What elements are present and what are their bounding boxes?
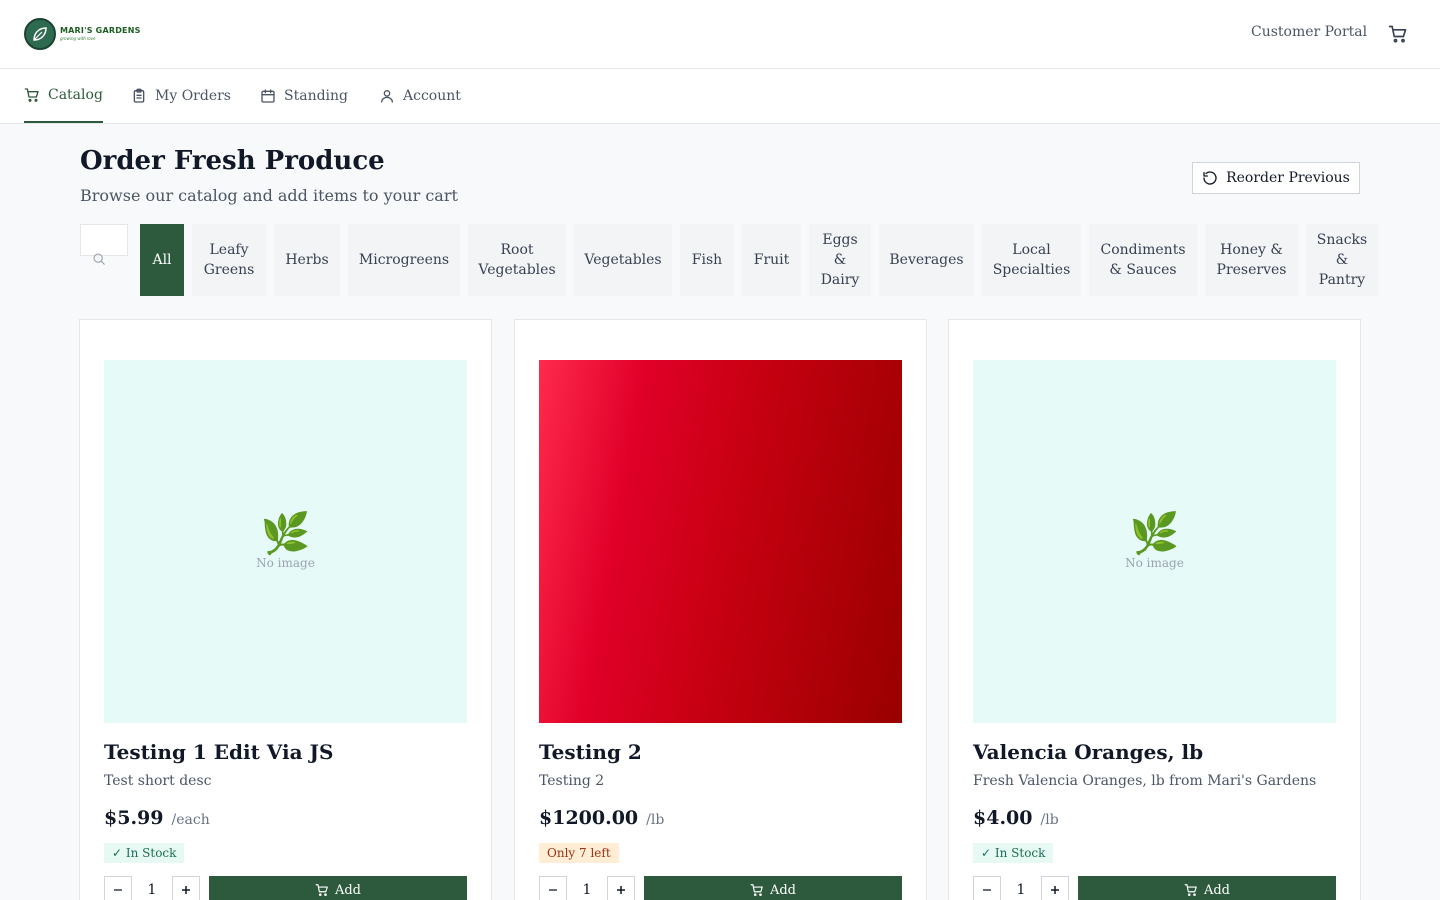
category-chip-herbs[interactable]: Herbs (274, 224, 340, 296)
stock-badge: ✓ In Stock (104, 843, 185, 863)
no-image-label: No image (1125, 555, 1184, 570)
cart-icon (1388, 25, 1407, 43)
category-chip-root-vegetables[interactable]: Root Vegetables (468, 224, 566, 296)
tab-account[interactable]: Account (379, 69, 461, 123)
refresh-icon (1203, 171, 1217, 185)
cart-icon (315, 884, 328, 897)
product-card: Testing 2 Testing 2 $1200.00 /lb Only 7 … (514, 319, 927, 900)
main-nav: Catalog My Orders Standing Account (0, 69, 1440, 124)
plus-icon (617, 886, 625, 894)
category-chip-snacks-pantry[interactable]: Snacks & Pantry (1306, 224, 1378, 296)
product-name[interactable]: Valencia Oranges, lb (973, 740, 1203, 764)
user-icon (381, 90, 393, 103)
price-value: $5.99 (104, 807, 164, 829)
tab-standing-label: Standing (284, 88, 348, 104)
brand-tagline: growing with love (60, 36, 96, 41)
quantity-decrement-button[interactable] (104, 876, 132, 900)
stock-badge: Only 7 left (539, 843, 619, 863)
quantity-decrement-button[interactable] (973, 876, 1001, 900)
brand-name: MARI'S GARDENS (60, 26, 141, 35)
product-price: $4.00 /lb (973, 807, 1059, 829)
tab-catalog-label: Catalog (48, 87, 103, 103)
quantity-value[interactable]: 1 (132, 876, 172, 900)
add-to-cart-button[interactable]: Add (1078, 876, 1336, 900)
product-description: Fresh Valencia Oranges, lb from Mari's G… (973, 773, 1317, 789)
add-to-cart-button[interactable]: Add (209, 876, 467, 900)
product-price: $1200.00 /lb (539, 807, 664, 829)
product-name[interactable]: Testing 1 Edit Via JS (104, 740, 333, 764)
tab-catalog[interactable]: Catalog (24, 69, 103, 123)
cart-button[interactable] (1386, 22, 1410, 46)
price-unit: /lb (646, 812, 665, 828)
product-image (539, 360, 902, 723)
add-label: Add (769, 882, 797, 898)
category-chip-eggs-dairy[interactable]: Eggs & Dairy (809, 224, 871, 296)
cart-icon (1184, 884, 1197, 897)
logo-leaf-icon (24, 18, 56, 50)
category-chip-honey-preserves[interactable]: Honey & Preserves (1205, 224, 1298, 296)
no-image-label: No image (256, 555, 315, 570)
category-chip-microgreens[interactable]: Microgreens (348, 224, 460, 296)
quantity-value[interactable]: 1 (567, 876, 607, 900)
leaf-icon: 🌿 (260, 510, 311, 557)
price-value: $1200.00 (539, 807, 639, 829)
quantity-increment-button[interactable] (607, 876, 635, 900)
stock-badge: ✓ In Stock (973, 843, 1054, 863)
product-image-placeholder: 🌿 No image (104, 360, 467, 723)
plus-icon (1051, 886, 1059, 894)
quantity-decrement-button[interactable] (539, 876, 567, 900)
tab-account-label: Account (403, 88, 461, 104)
category-chip-all[interactable]: All (140, 224, 184, 296)
search-icon (93, 253, 105, 265)
add-label: Add (334, 882, 362, 898)
category-chip-condiments-sauces[interactable]: Condiments & Sauces (1089, 224, 1197, 296)
page-title: Order Fresh Produce (80, 146, 385, 176)
tab-my-orders-label: My Orders (155, 88, 231, 104)
quantity-increment-button[interactable] (1041, 876, 1069, 900)
cart-icon (750, 884, 763, 897)
cart-icon (24, 88, 39, 102)
clipboard-icon (133, 88, 145, 103)
product-image-placeholder: 🌿 No image (973, 360, 1336, 723)
reorder-previous-button[interactable]: Reorder Previous (1192, 162, 1360, 194)
brand-logo[interactable]: MARI'S GARDENS growing with love (24, 18, 141, 50)
quantity-increment-button[interactable] (172, 876, 200, 900)
category-chip-local-specialties[interactable]: Local Specialties (982, 224, 1081, 296)
price-unit: /lb (1040, 812, 1059, 828)
leaf-icon: 🌿 (1129, 510, 1180, 557)
category-chip-fish[interactable]: Fish (680, 224, 734, 296)
minus-icon (983, 889, 991, 891)
category-chip-leafy-greens[interactable]: Leafy Greens (192, 224, 266, 296)
price-unit: /each (171, 812, 210, 828)
add-to-cart-button[interactable]: Add (644, 876, 902, 900)
add-label: Add (1203, 882, 1231, 898)
price-value: $4.00 (973, 807, 1033, 829)
product-card: 🌿 No image Testing 1 Edit Via JS Test sh… (79, 319, 492, 900)
category-chip-vegetables[interactable]: Vegetables (574, 224, 672, 296)
product-price: $5.99 /each (104, 807, 210, 829)
calendar-icon (261, 89, 275, 103)
category-chip-beverages[interactable]: Beverages (879, 224, 974, 296)
reorder-previous-label: Reorder Previous (1226, 170, 1350, 186)
product-card: 🌿 No image Valencia Oranges, lb Fresh Va… (948, 319, 1361, 900)
product-name[interactable]: Testing 2 (539, 740, 642, 764)
top-bar: MARI'S GARDENS growing with love Custome… (0, 0, 1440, 69)
tab-my-orders[interactable]: My Orders (131, 69, 231, 123)
plus-icon (182, 886, 190, 894)
category-chip-fruit[interactable]: Fruit (742, 224, 801, 296)
product-description: Test short desc (104, 773, 212, 789)
product-description: Testing 2 (539, 773, 605, 789)
customer-portal-link[interactable]: Customer Portal (1251, 24, 1367, 40)
page-subtitle: Browse our catalog and add items to your… (80, 186, 458, 205)
quantity-value[interactable]: 1 (1001, 876, 1041, 900)
minus-icon (114, 889, 122, 891)
tab-standing[interactable]: Standing (260, 69, 348, 123)
minus-icon (549, 889, 557, 891)
